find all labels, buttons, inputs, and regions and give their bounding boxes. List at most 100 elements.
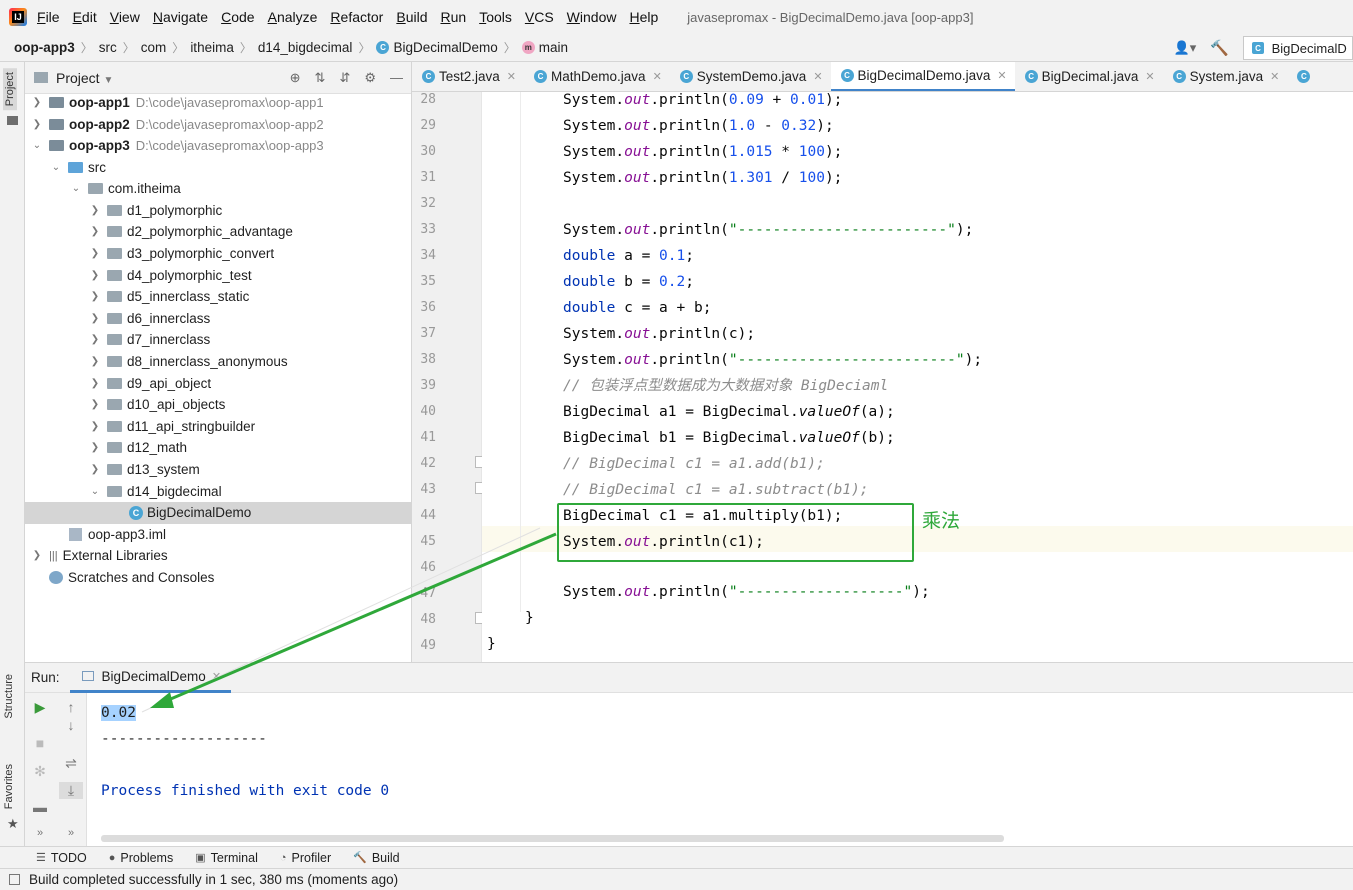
menu-help[interactable]: Help	[629, 9, 658, 25]
close-icon[interactable]: ✕	[507, 70, 516, 83]
project-view-selector[interactable]: Project ▼	[56, 70, 113, 86]
gear-icon[interactable]: ⚙	[364, 70, 376, 86]
menu-window[interactable]: Window	[567, 9, 617, 25]
chevron-right-icon[interactable]: ❯	[89, 464, 101, 475]
menu-edit[interactable]: Edit	[73, 9, 97, 25]
breadcrumb-project[interactable]: oop-app3	[14, 40, 75, 55]
tree-item-package[interactable]: ❯ d6_innerclass	[25, 308, 411, 330]
tree-item-com-itheima[interactable]: ⌄ com.itheima	[25, 178, 411, 200]
close-icon[interactable]: ✕	[997, 69, 1006, 82]
chevron-right-icon[interactable]: ❯	[89, 442, 101, 453]
chevron-right-icon[interactable]: ❯	[31, 119, 43, 130]
menu-file[interactable]: File	[37, 9, 60, 25]
soft-wrap-icon[interactable]: ⇌	[61, 755, 81, 772]
tree-item-package[interactable]: ❯ d8_innerclass_anonymous	[25, 351, 411, 373]
chevron-down-icon[interactable]: ⌄	[70, 183, 82, 194]
intellij-logo-icon[interactable]: IJ	[9, 8, 27, 26]
user-icon[interactable]: 👤▾	[1174, 40, 1197, 56]
favorites-tool-tab[interactable]: Favorites	[3, 764, 15, 809]
build-tool-button[interactable]: 🔨 Build	[353, 851, 400, 865]
tree-item-src[interactable]: ⌄ src	[25, 157, 411, 179]
close-icon[interactable]: ✕	[1145, 70, 1154, 83]
tab-test2[interactable]: C Test2.java ✕	[412, 62, 524, 91]
stop-icon[interactable]: ■	[30, 735, 50, 751]
tab-overflow[interactable]: C	[1287, 62, 1322, 91]
breadcrumb-com[interactable]: com	[141, 40, 167, 55]
collapse-all-icon[interactable]: ⇵	[339, 70, 350, 86]
run-config-selector[interactable]: C BigDecimalD	[1243, 36, 1353, 60]
chevron-right-icon[interactable]: ❯	[31, 550, 43, 561]
chevron-right-icon[interactable]: ❯	[89, 248, 101, 259]
chevron-right-icon[interactable]: ❯	[89, 226, 101, 237]
tree-item-oop-app2[interactable]: ❯ oop-app2 D:\code\javasepromax\oop-app2	[25, 114, 411, 136]
chevron-right-icon[interactable]: ❯	[89, 399, 101, 410]
tree-item-scratches[interactable]: Scratches and Consoles	[25, 567, 411, 589]
build-hammer-icon[interactable]: 🔨	[1210, 39, 1229, 57]
menu-refactor[interactable]: Refactor	[330, 9, 383, 25]
output-process-finished[interactable]: Process finished with exit code 0	[101, 783, 389, 799]
menu-run[interactable]: Run	[440, 9, 466, 25]
chevron-right-icon[interactable]: ❯	[89, 270, 101, 281]
horizontal-scrollbar[interactable]	[101, 835, 1004, 842]
close-icon[interactable]: ✕	[212, 670, 221, 683]
code-editor[interactable]: System.out.println(0.09 + 0.01); System.…	[482, 92, 1353, 662]
tree-item-package[interactable]: ❯ d9_api_object	[25, 373, 411, 395]
tree-item-package[interactable]: ❯ d4_polymorphic_test	[25, 265, 411, 287]
chevron-down-icon[interactable]: ⌄	[31, 140, 43, 151]
chevron-right-icon[interactable]: ❯	[89, 378, 101, 389]
tree-item-bigdecimaldemo[interactable]: C BigDecimalDemo	[25, 502, 411, 524]
chevron-right-icon[interactable]: ❯	[89, 334, 101, 345]
chevron-right-icon[interactable]: ❯	[89, 356, 101, 367]
menu-code[interactable]: Code	[221, 9, 254, 25]
breadcrumb-method[interactable]: m main	[521, 40, 568, 55]
chevron-down-icon[interactable]: ⌄	[89, 486, 101, 497]
tree-item-package[interactable]: ❯ d11_api_stringbuilder	[25, 416, 411, 438]
tree-item-package[interactable]: ⌄ d14_bigdecimal	[25, 481, 411, 503]
expand-all-icon[interactable]: ⇅	[315, 70, 326, 86]
chevron-right-icon[interactable]: ❯	[89, 205, 101, 216]
tree-item-external-libraries[interactable]: ❯ ||| External Libraries	[25, 545, 411, 567]
menu-vcs[interactable]: VCS	[525, 9, 554, 25]
tree-item-package[interactable]: ❯ d12_math	[25, 437, 411, 459]
close-icon[interactable]: ✕	[1270, 70, 1279, 83]
tab-system[interactable]: C System.java ✕	[1163, 62, 1288, 91]
tree-item-package[interactable]: ❯ d2_polymorphic_advantage	[25, 221, 411, 243]
close-icon[interactable]: ✕	[813, 70, 822, 83]
rerun-icon[interactable]: ▶	[30, 699, 50, 716]
dump-threads-icon[interactable]: ✻	[30, 763, 50, 780]
breadcrumb-src[interactable]: src	[99, 40, 117, 55]
run-tab[interactable]: BigDecimalDemo ✕	[69, 663, 232, 693]
chevron-down-icon[interactable]: ⌄	[50, 162, 62, 173]
breadcrumb-class[interactable]: C BigDecimalDemo	[376, 40, 498, 55]
tree-item-package[interactable]: ❯ d10_api_objects	[25, 394, 411, 416]
scroll-down-icon[interactable]: ↓	[61, 717, 81, 733]
chevron-right-icon[interactable]: ❯	[89, 313, 101, 324]
todo-tool-button[interactable]: ☰ TODO	[36, 851, 87, 865]
tab-systemdemo[interactable]: C SystemDemo.java ✕	[670, 62, 831, 91]
profiler-tool-button[interactable]: ◔ Profiler	[280, 851, 331, 865]
tree-item-oop-app3[interactable]: ⌄ oop-app3 D:\code\javasepromax\oop-app3	[25, 135, 411, 157]
scroll-to-end-icon[interactable]: ⤓	[59, 782, 83, 799]
tree-item-package[interactable]: ❯ d1_polymorphic	[25, 200, 411, 222]
output-separator[interactable]: -------------------	[101, 731, 267, 747]
status-toggle-icon[interactable]	[9, 874, 20, 885]
menu-build[interactable]: Build	[396, 9, 427, 25]
chevron-right-icon[interactable]: ❯	[31, 97, 43, 108]
close-icon[interactable]: ✕	[653, 70, 662, 83]
structure-tool-tab[interactable]: Structure	[3, 674, 15, 719]
breadcrumb-package[interactable]: d14_bigdecimal	[258, 40, 353, 55]
tree-item-package[interactable]: ❯ d7_innerclass	[25, 329, 411, 351]
tree-item-oop-app1[interactable]: ❯ oop-app1 D:\code\javasepromax\oop-app1	[25, 92, 411, 114]
more-icon[interactable]: »	[30, 827, 50, 839]
tab-bigdecimaldemo[interactable]: C BigDecimalDemo.java ✕	[830, 62, 1015, 91]
chevron-right-icon[interactable]: ❯	[89, 291, 101, 302]
menu-navigate[interactable]: Navigate	[153, 9, 208, 25]
menu-tools[interactable]: Tools	[479, 9, 512, 25]
breadcrumb-itheima[interactable]: itheima	[190, 40, 234, 55]
minimize-icon[interactable]: —	[390, 70, 403, 86]
chevron-right-icon[interactable]: ❯	[89, 421, 101, 432]
tab-bigdecimal[interactable]: C BigDecimal.java ✕	[1015, 62, 1163, 91]
tree-item-iml[interactable]: oop-app3.iml	[25, 524, 411, 546]
tree-item-package[interactable]: ❯ d5_innerclass_static	[25, 286, 411, 308]
layout-icon[interactable]: ▬	[30, 799, 50, 815]
